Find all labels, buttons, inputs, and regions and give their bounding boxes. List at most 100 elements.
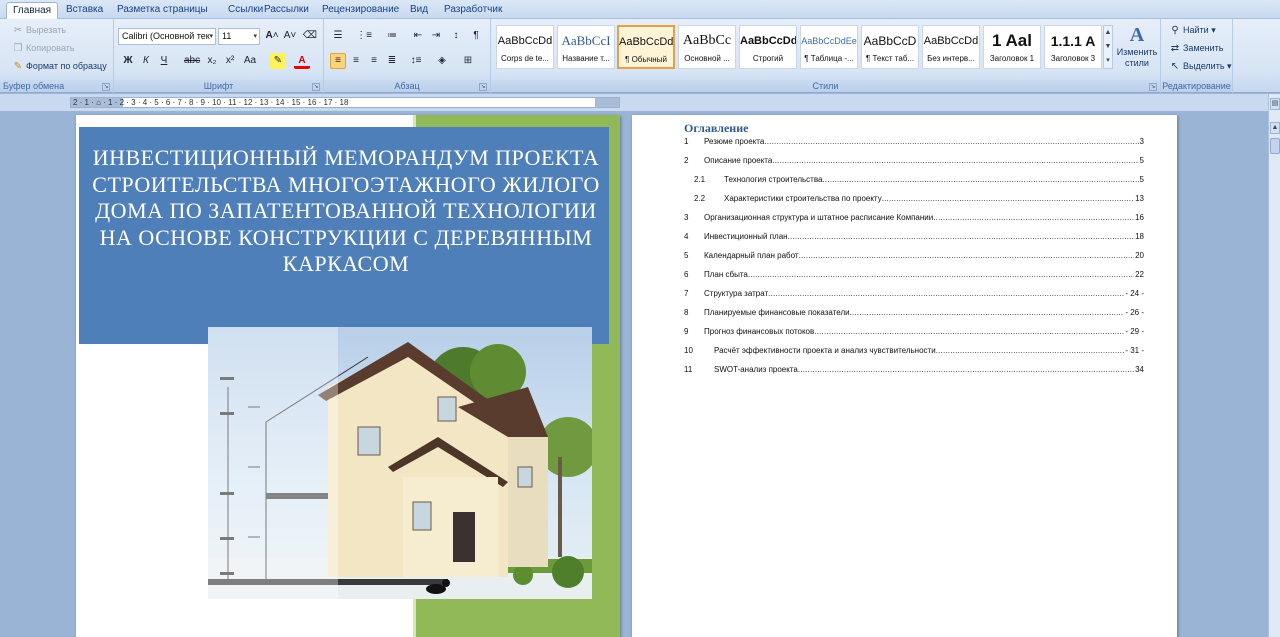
tab-mailings[interactable]: Рассылки (258, 2, 315, 19)
superscript-icon[interactable]: x² (222, 53, 238, 69)
bullets-icon[interactable]: ☰ (330, 28, 346, 44)
dialog-launcher-icon[interactable]: ↘ (479, 83, 487, 91)
style-corps-de-texte[interactable]: AaBbCcDd Corps de te... (496, 25, 554, 69)
style-normal[interactable]: AaBbCcDd ¶ Обычный (617, 25, 675, 69)
subscript-icon[interactable]: x₂ (204, 53, 220, 69)
toc-entry-number: 7 (684, 289, 689, 298)
toc-entry-text: SWOT-анализ проекта.....................… (714, 363, 1144, 377)
toc-entry-text: Резюме проекта..........................… (704, 135, 1144, 149)
styles-group: AaBbCcDd Corps de te... AaBbCcI Название т… (491, 19, 1161, 93)
cut-button[interactable]: ✂ Вырезать (12, 22, 66, 38)
toc-entry[interactable]: 10 Расчёт эффективности проекта и анализ … (684, 344, 1144, 358)
toc-entry-text: Организационная структура и штатное расп… (704, 211, 1144, 225)
toc-page[interactable]: Оглавление 1 Резюме проекта..............… (632, 115, 1177, 637)
change-styles-button[interactable]: A Изменить стили (1115, 23, 1159, 69)
font-size-combo[interactable]: 11 ▾ (218, 28, 260, 45)
style-table[interactable]: AaBbCcDdEe ¶ Таблица -... (800, 25, 858, 69)
toc-entry[interactable]: 8 Планируемые финансовые показатели......… (684, 306, 1144, 320)
align-left-icon[interactable]: ≡ (330, 53, 346, 69)
borders-icon[interactable]: ⊞ (460, 53, 476, 69)
toc-entry-label: Инвестиционный план (704, 232, 788, 241)
document-area[interactable]: ИНВЕСТИЦИОННЫЙ МЕМОРАНДУМ ПРОЕКТА СТРОИТ… (0, 111, 1268, 637)
vertical-scrollbar[interactable]: ▤ ▲ (1268, 94, 1280, 637)
style-title[interactable]: AaBbCcI Название т... (557, 25, 615, 69)
style-strong[interactable]: AaBbCcDd Строгий (739, 25, 797, 69)
font-color-icon[interactable]: A (294, 53, 310, 69)
clear-format-icon[interactable]: ⌫ (302, 28, 318, 44)
toc-entry[interactable]: 5 Календарный план работ.................… (684, 249, 1144, 263)
replace-button[interactable]: ⇄ Заменить (1169, 40, 1224, 56)
justify-icon[interactable]: ≣ (384, 53, 400, 69)
scroll-up-icon[interactable]: ▲ (1270, 122, 1280, 134)
shading-icon[interactable]: ◈ (434, 53, 450, 69)
scroll-thumb[interactable] (1270, 138, 1280, 154)
toc-entry-label: Организационная структура и штатное расп… (704, 213, 934, 222)
style-no-spacing[interactable]: AaBbCcDd Без интерв... (922, 25, 980, 69)
decrease-indent-icon[interactable]: ⇤ (410, 28, 426, 44)
toc-entry[interactable]: 2.1 Технология строительства.............… (684, 173, 1144, 187)
ruler-toggle-icon[interactable]: ▤ (1270, 98, 1280, 110)
format-painter-button[interactable]: ✎ Формат по образцу (12, 58, 107, 74)
style-heading-1[interactable]: 1 Aal Заголовок 1 (983, 25, 1041, 69)
highlight-icon[interactable]: ✎ (270, 53, 286, 69)
tab-insert[interactable]: Вставка (60, 2, 109, 19)
replace-icon: ⇄ (1170, 43, 1180, 54)
toc-entry-text: План сбыта..............................… (704, 268, 1144, 282)
increase-indent-icon[interactable]: ⇥ (428, 28, 444, 44)
sort-icon[interactable]: ↕ (448, 28, 464, 44)
tab-view[interactable]: Вид (404, 2, 434, 19)
tab-home[interactable]: Главная (6, 2, 59, 19)
multilevel-list-icon[interactable]: ≔ (384, 28, 400, 44)
dialog-launcher-icon[interactable]: ↘ (1149, 83, 1157, 91)
toc-entry-label: Описание проекта (704, 156, 773, 165)
toc-entry-label: Характеристики строительства по проекту (724, 194, 882, 203)
toc-entry[interactable]: 2 Описание проекта.......................… (684, 154, 1144, 168)
underline-icon[interactable]: Ч (156, 53, 172, 69)
style-table-text[interactable]: AaBbCcD ¶ Текст таб... (861, 25, 919, 69)
font-group: Calibri (Основной тек ▾ 11 ▾ A˄ A˅ ⌫ Ж К Ч… (114, 19, 324, 93)
tab-review[interactable]: Рецензирование (316, 2, 405, 19)
toc-entry-number: 5 (684, 251, 689, 260)
shrink-font-icon[interactable]: A˅ (282, 28, 298, 44)
pilcrow-icon[interactable]: ¶ (468, 28, 484, 44)
toc-entry[interactable]: 11 SWOT-анализ проекта...................… (684, 363, 1144, 377)
tab-developer[interactable]: Разработчик (438, 2, 508, 19)
copy-button[interactable]: ❐ Копировать (12, 40, 75, 56)
change-case-icon[interactable]: Aa (242, 53, 258, 69)
bold-icon[interactable]: Ж (120, 53, 136, 69)
line-spacing-icon[interactable]: ↕≡ (408, 53, 424, 69)
toc-leader-dots: ........................................… (797, 365, 1135, 374)
strikethrough-icon[interactable]: abc (184, 53, 200, 69)
find-button[interactable]: ⚲ Найти ▾ (1169, 22, 1215, 38)
align-right-icon[interactable]: ≡ (366, 53, 382, 69)
dialog-launcher-icon[interactable]: ↘ (102, 83, 110, 91)
toc-entry[interactable]: 2.2 Характеристики строительства по проек… (684, 192, 1144, 206)
grow-font-icon[interactable]: A˄ (264, 28, 280, 44)
dialog-launcher-icon[interactable]: ↘ (312, 83, 320, 91)
toc-entry[interactable]: 9 Прогноз финансовых потоков.............… (684, 325, 1144, 339)
toc-entry-number: 9 (684, 327, 689, 336)
tab-page-layout[interactable]: Разметка страницы (111, 2, 214, 19)
toc-entry[interactable]: 6 План сбыта.............................… (684, 268, 1144, 282)
toc-entry-text: Характеристики строительства по проекту.… (724, 192, 1144, 206)
select-button[interactable]: ↖ Выделить ▾ (1169, 58, 1232, 74)
toc-entry[interactable]: 4 Инвестиционный план....................… (684, 230, 1144, 244)
numbering-icon[interactable]: ⋮≡ (356, 28, 372, 44)
style-heading-3[interactable]: 1.1.1 A Заголовок 3 (1044, 25, 1102, 69)
toc-entry-text: Расчёт эффективности проекта и анализ чу… (714, 344, 1144, 358)
toc-entry[interactable]: 1 Резюме проекта.........................… (684, 135, 1144, 149)
toc-entry-text: Описание проекта........................… (704, 154, 1144, 168)
italic-icon[interactable]: К (138, 53, 154, 69)
toc-entry-text: Календарный план работ..................… (704, 249, 1144, 263)
toc-entry-label: Расчёт эффективности проекта и анализ чу… (714, 346, 936, 355)
align-center-icon[interactable]: ≡ (348, 53, 364, 69)
toc-entry[interactable]: 7 Структура затрат.......................… (684, 287, 1144, 301)
toc-entry-label: Планируемые финансовые показатели (704, 308, 850, 317)
toc-entry-page: 20 (1135, 251, 1144, 260)
style-body[interactable]: AaBbCc Основной ... (678, 25, 736, 69)
cover-page[interactable]: ИНВЕСТИЦИОННЫЙ МЕМОРАНДУМ ПРОЕКТА СТРОИТ… (76, 115, 620, 637)
styles-scroll[interactable]: ▲ ▼ ▾ (1103, 25, 1113, 69)
toc-entry[interactable]: 3 Организационная структура и штатное рас… (684, 211, 1144, 225)
font-name-combo[interactable]: Calibri (Основной тек ▾ (118, 28, 216, 45)
ruler-track[interactable]: 2 · 1 · ⌂ · 1 · 2 · 3 · 4 · 5 · 6 · 7 · … (70, 97, 620, 108)
